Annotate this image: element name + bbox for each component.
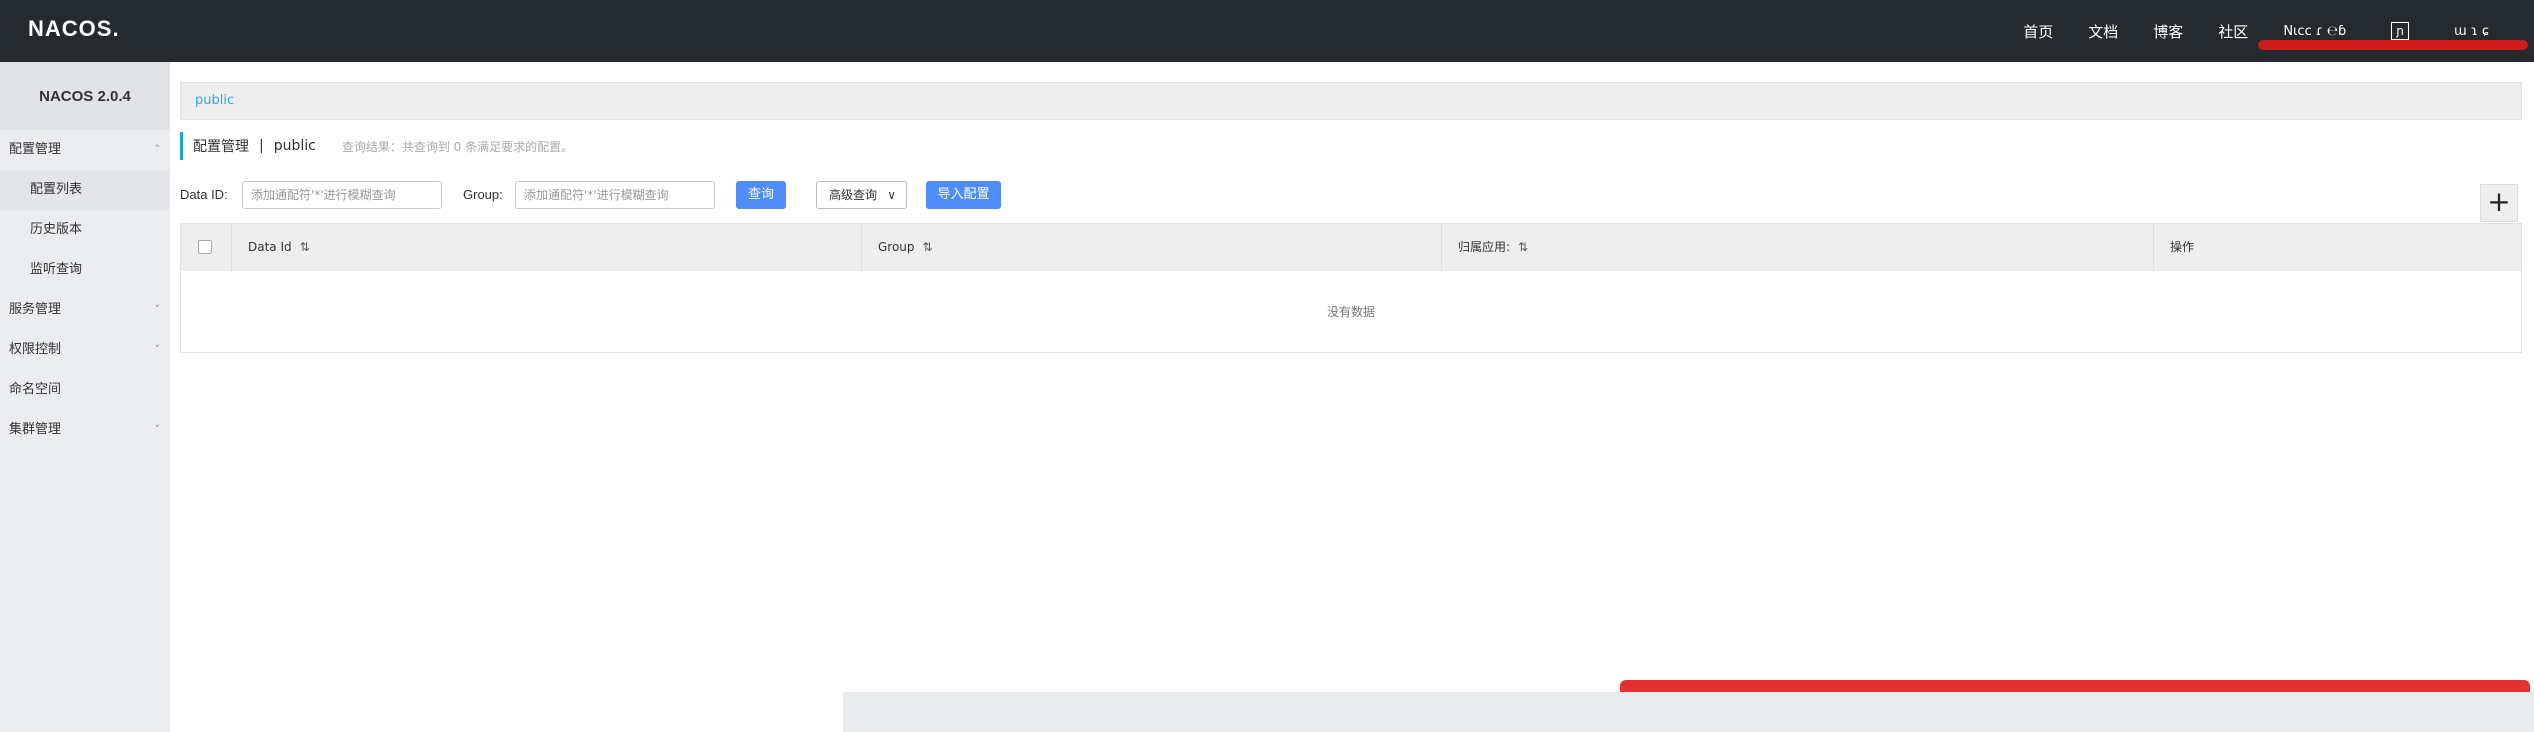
column-label: 操作 <box>2170 240 2195 254</box>
sidebar-item-label: 服务管理 <box>9 302 62 317</box>
data-id-label: Data ID: <box>180 187 228 202</box>
nacos-logo[interactable]: NACOS. <box>28 16 120 42</box>
chevron-down-icon: ˅ <box>154 303 161 316</box>
sidebar-item-config-list[interactable]: 配置列表 <box>0 170 170 210</box>
column-label: Data Id <box>248 240 292 254</box>
config-table: Data Id ⇅ Group ⇅ 归属应用: ⇅ 操作 没有数据 <box>180 223 2522 353</box>
sidebar-version-title: NACOS 2.0.4 <box>0 62 170 130</box>
sort-icon[interactable]: ⇅ <box>300 240 310 254</box>
add-config-button[interactable]: + <box>2480 184 2518 222</box>
empty-state: 没有数据 <box>1326 305 1375 319</box>
column-app[interactable]: 归属应用: ⇅ <box>1441 224 2153 271</box>
page-title: 配置管理 <box>193 139 249 155</box>
result-note: 查询结果：共查询到 0 条满足要求的配置。 <box>341 139 574 154</box>
sidebar-item-cluster-management[interactable]: 集群管理 ˅ <box>0 410 170 450</box>
nav-garbled-text[interactable]: Nιcc ɾ ℮ɓ <box>2283 24 2346 39</box>
sidebar-item-config-management[interactable]: 配置管理 ˄ <box>0 130 170 170</box>
data-id-input[interactable]: 添加通配符'*'进行模糊查询 <box>242 181 442 209</box>
nav-docs[interactable]: 文档 <box>2088 21 2118 42</box>
sidebar-item-label: 命名空间 <box>9 382 62 397</box>
nav-home[interactable]: 首页 <box>2023 21 2053 42</box>
sidebar-item-label: 权限控制 <box>9 342 62 357</box>
sort-icon[interactable]: ⇅ <box>923 240 933 254</box>
page-title-row: 配置管理 | public 查询结果：共查询到 0 条满足要求的配置。 <box>180 132 573 160</box>
top-nav: 首页 文档 博客 社区 Nιcc ɾ ℮ɓ ɲ ɯ ɿ ɕ <box>2023 0 2534 62</box>
user-menu[interactable]: ɯ ɿ ɕ <box>2454 24 2489 39</box>
column-label: Group <box>878 240 915 254</box>
sidebar-item-listener-query[interactable]: 监听查询 <box>0 250 170 290</box>
sidebar: NACOS 2.0.4 配置管理 ˄ 配置列表 历史版本 监听查询 服务管理 ˅… <box>0 62 170 732</box>
chevron-down-icon: ∨ <box>887 188 896 202</box>
table-header: Data Id ⇅ Group ⇅ 归属应用: ⇅ 操作 <box>181 224 2521 271</box>
top-navbar: NACOS. 首页 文档 博客 社区 Nιcc ɾ ℮ɓ ɲ ɯ ɿ ɕ <box>0 0 2534 62</box>
sort-icon[interactable]: ⇅ <box>1518 240 1528 254</box>
sidebar-item-label: 集群管理 <box>9 422 62 437</box>
select-all-checkbox[interactable] <box>198 240 212 254</box>
namespace-bar: public <box>180 82 2522 120</box>
import-config-button[interactable]: 导入配置 <box>926 181 1001 209</box>
chevron-up-icon: ˄ <box>154 143 161 156</box>
advanced-query-button[interactable]: 高级查询 ∨ <box>816 181 907 209</box>
title-separator: | <box>259 138 264 154</box>
sidebar-item-history[interactable]: 历史版本 <box>0 210 170 250</box>
group-label: Group: <box>463 187 503 202</box>
sidebar-item-namespace[interactable]: 命名空间 <box>0 370 170 410</box>
column-data-id[interactable]: Data Id ⇅ <box>231 224 861 271</box>
watermark-overlay-top <box>2258 40 2528 50</box>
namespace-tab-public[interactable]: public <box>195 93 234 108</box>
sidebar-item-label: 配置列表 <box>30 182 83 197</box>
advanced-query-label: 高级查询 <box>829 188 878 202</box>
namespace-name: public <box>273 138 316 154</box>
sidebar-item-service-management[interactable]: 服务管理 ˅ <box>0 290 170 330</box>
sidebar-item-access-control[interactable]: 权限控制 ˅ <box>0 330 170 370</box>
chevron-down-icon: ˅ <box>154 343 161 356</box>
sidebar-item-label: 历史版本 <box>30 222 83 237</box>
language-switch[interactable]: ɲ <box>2391 22 2410 40</box>
sidebar-item-label: 配置管理 <box>9 142 62 157</box>
bottom-bar <box>843 692 2534 732</box>
nav-community[interactable]: 社区 <box>2218 21 2248 42</box>
search-button[interactable]: 查询 <box>736 181 786 209</box>
nav-blog[interactable]: 博客 <box>2153 21 2183 42</box>
column-label: 归属应用: <box>1458 240 1511 254</box>
group-input[interactable]: 添加通配符'*'进行模糊查询 <box>515 181 715 209</box>
chevron-down-icon: ˅ <box>154 423 161 436</box>
column-group[interactable]: Group ⇅ <box>861 224 1441 271</box>
column-actions: 操作 <box>2153 224 2521 271</box>
watermark-overlay-bottom <box>1620 680 2530 692</box>
sidebar-item-label: 监听查询 <box>30 262 83 277</box>
